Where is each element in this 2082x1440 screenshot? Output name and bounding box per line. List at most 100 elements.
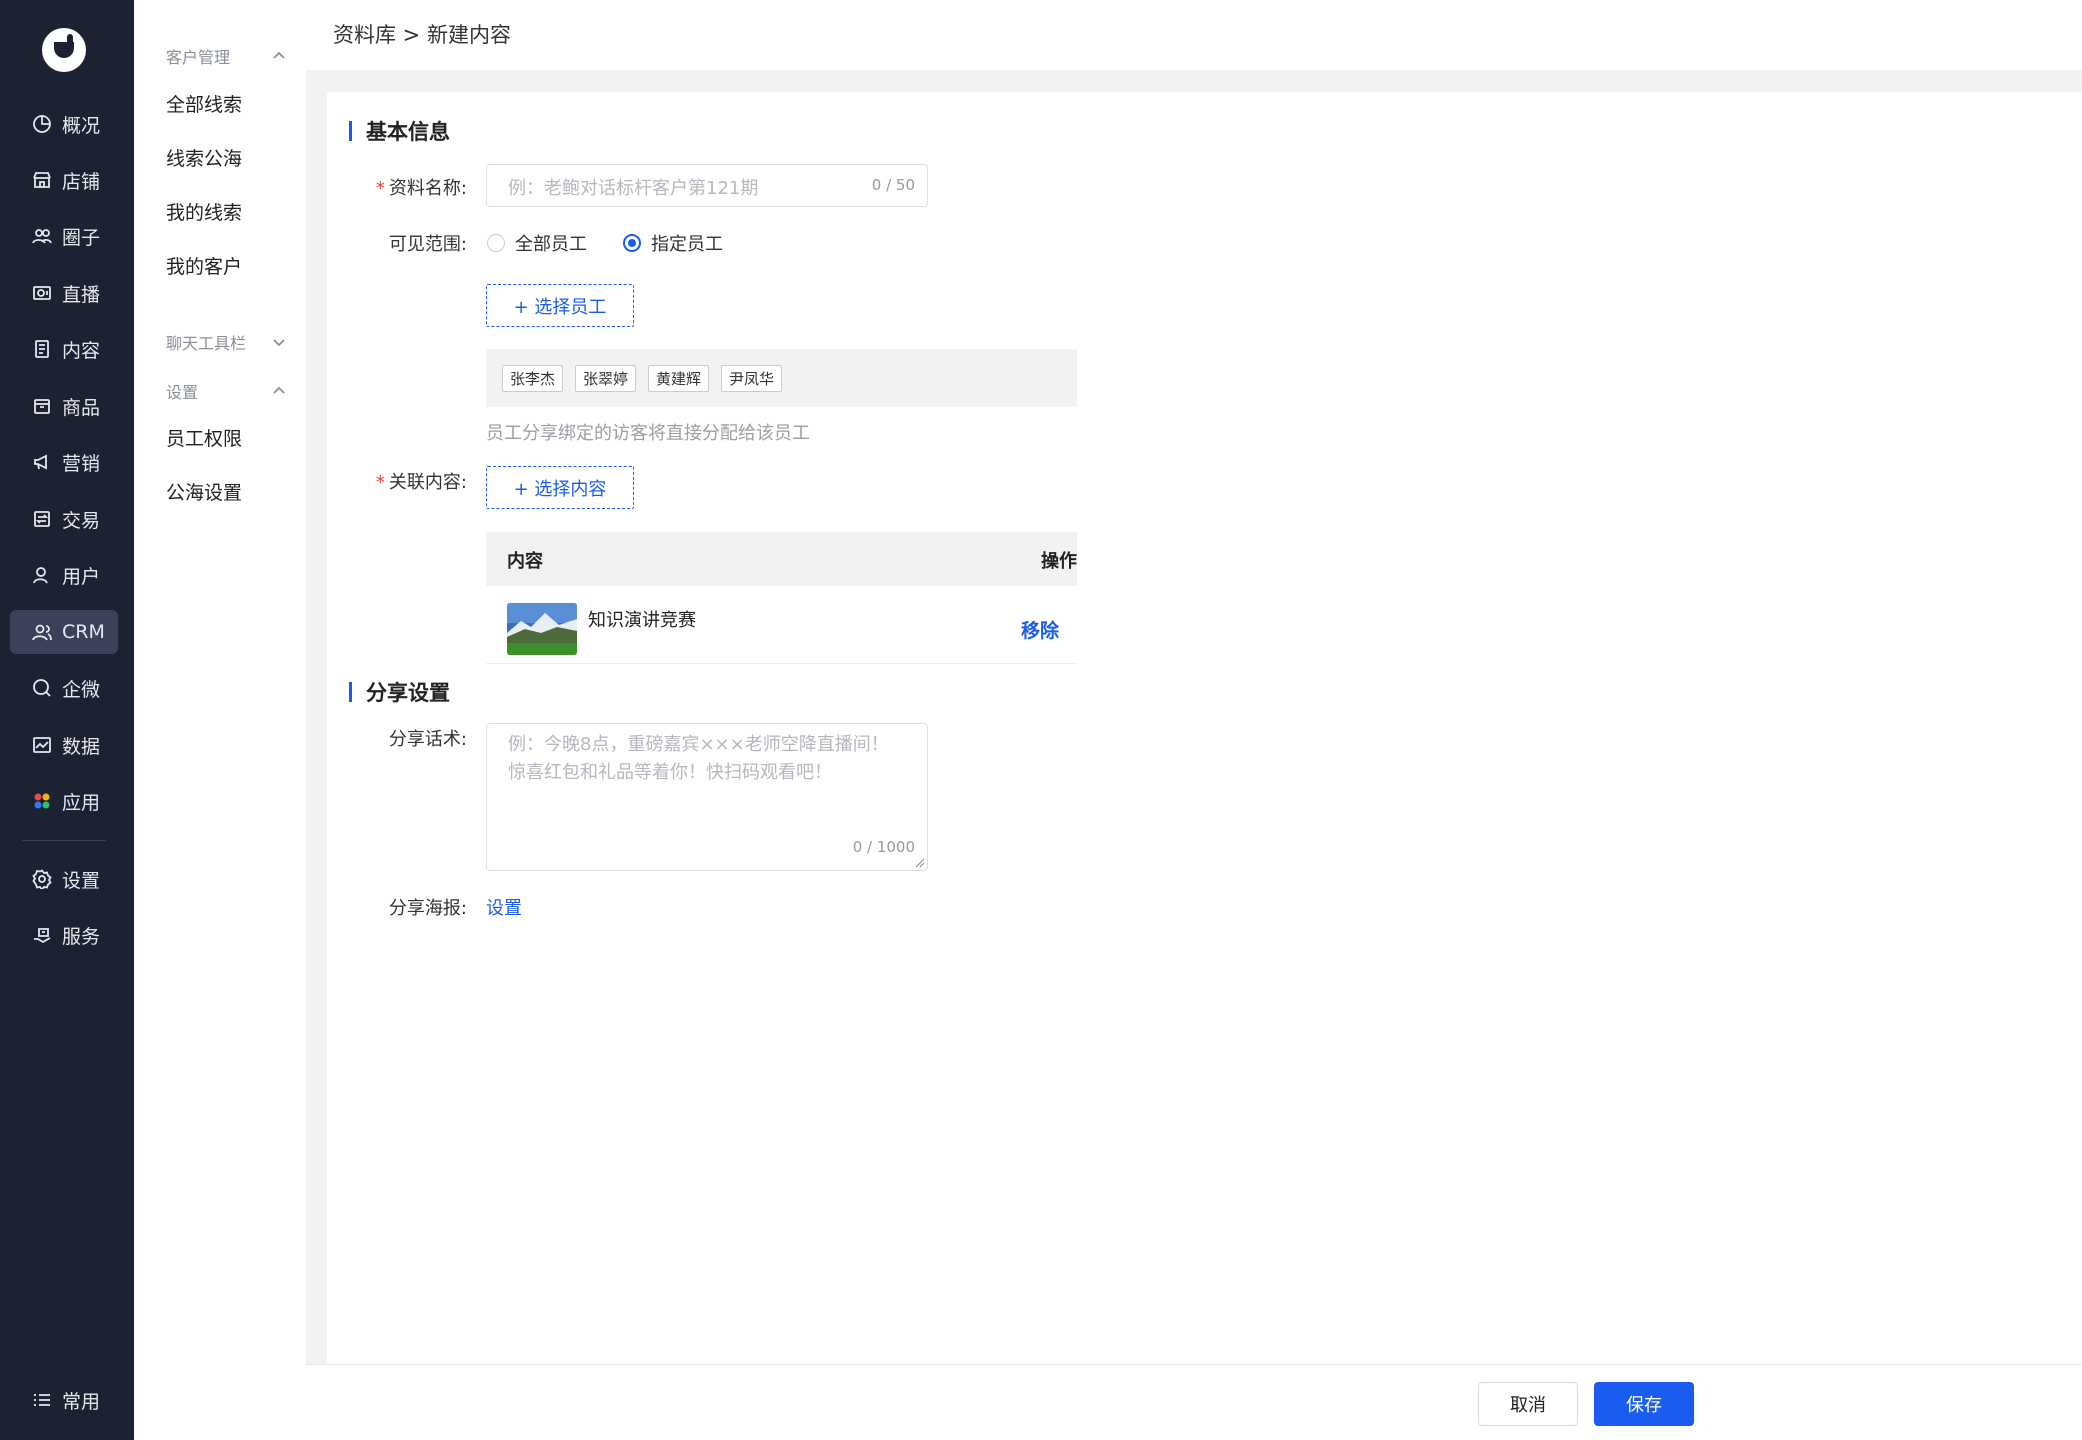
section-title: 分享设置 — [366, 681, 450, 705]
staff-tag-list: 张李杰 张翠婷 黄建辉 尹凤华 — [486, 349, 1077, 407]
staff-tag[interactable]: 张李杰 — [502, 364, 564, 392]
script-textarea[interactable]: 例：今晚8点，重磅嘉宾×××老师空降直播间！ 惊喜红包和礼品等着你！快扫码观看吧… — [486, 723, 928, 871]
section-accent-bar — [349, 682, 352, 702]
nav-item-marketing[interactable]: 营销 — [10, 440, 118, 484]
nav-item-user[interactable]: 用户 — [10, 553, 118, 597]
subnav-item-all-leads[interactable]: 全部线索 — [166, 90, 242, 117]
breadcrumb[interactable]: 资料库 > 新建内容 — [333, 19, 511, 49]
group-icon — [32, 226, 52, 246]
subnav-item-pool-settings[interactable]: 公海设置 — [166, 478, 242, 505]
subnav-item-my-customers[interactable]: 我的客户 — [166, 252, 242, 279]
nav-item-wecom[interactable]: 企微 — [10, 666, 118, 710]
subnav-item-my-leads[interactable]: 我的线索 — [166, 198, 242, 225]
subnav-item-lead-pool[interactable]: 线索公海 — [166, 144, 242, 171]
section-accent-bar — [349, 121, 352, 141]
nav-label: 设置 — [62, 869, 101, 892]
content-thumbnail — [507, 603, 577, 655]
script-counter: 0 / 1000 — [852, 838, 915, 856]
box-icon — [32, 396, 52, 416]
nav-item-data[interactable]: 数据 — [10, 723, 118, 767]
select-content-button[interactable]: + 选择内容 — [486, 466, 634, 509]
live-icon — [32, 283, 52, 303]
required-mark: * — [375, 472, 385, 493]
gear-icon — [32, 869, 52, 889]
nav-item-settings[interactable]: 设置 — [10, 857, 118, 901]
poster-label: 分享海报: — [388, 898, 467, 919]
save-button[interactable]: 保存 — [1594, 1382, 1694, 1426]
nav-label: 营销 — [62, 452, 101, 475]
column-header-content: 内容 — [507, 551, 543, 572]
name-label-text: 资料名称: — [388, 178, 467, 199]
section-share-settings: 分享设置 — [349, 677, 450, 707]
pie-chart-icon — [32, 114, 52, 134]
content-title[interactable]: 知识演讲竞赛 — [588, 606, 696, 632]
table-row: 知识演讲竞赛 移除 — [486, 586, 1077, 664]
script-label: 分享话术: — [388, 729, 467, 750]
service-icon — [32, 925, 52, 945]
subnav-group-customer[interactable]: 客户管理 — [166, 44, 286, 68]
script-placeholder-line: 惊喜红包和礼品等着你！快扫码观看吧！ — [508, 762, 832, 783]
exchange-icon — [32, 509, 52, 529]
section-title: 基本信息 — [366, 120, 450, 144]
name-placeholder: 例：老鲍对话标杆客户第121期 — [508, 178, 759, 199]
nav-label: 数据 — [62, 735, 101, 758]
list-icon — [32, 1390, 52, 1410]
radio-label: 全部员工 — [515, 234, 587, 255]
resize-handle-icon[interactable] — [915, 858, 925, 868]
nav-item-goods[interactable]: 商品 — [10, 384, 118, 428]
name-input[interactable]: 例：老鲍对话标杆客户第121期 0 / 50 — [486, 164, 928, 207]
scope-radio-all[interactable]: 全部员工 — [487, 230, 587, 256]
nav-item-service[interactable]: 服务 — [10, 913, 118, 957]
nav-label: 用户 — [62, 565, 101, 588]
content-table-header: 内容 操作 — [486, 532, 1077, 586]
subnav-group-label: 客户管理 — [166, 48, 231, 67]
select-staff-button[interactable]: + 选择员工 — [486, 284, 634, 327]
staff-tag[interactable]: 张翠婷 — [575, 364, 637, 392]
nav-label: 交易 — [62, 509, 101, 532]
nav-item-overview[interactable]: 概况 — [10, 102, 118, 146]
nav-item-trade[interactable]: 交易 — [10, 497, 118, 541]
staff-hint: 员工分享绑定的访客将直接分配给该员工 — [486, 423, 810, 444]
nav-label: 概况 — [62, 114, 101, 137]
nav-label: 内容 — [62, 339, 101, 362]
nav-label: 圈子 — [62, 226, 101, 249]
nav-item-live[interactable]: 直播 — [10, 271, 118, 315]
staff-tag[interactable]: 尹凤华 — [721, 364, 783, 392]
remove-link[interactable]: 移除 — [1021, 616, 1059, 643]
apps-icon — [32, 791, 52, 811]
radio-circle-checked — [623, 234, 641, 252]
nav-item-favorites[interactable]: 常用 — [10, 1378, 118, 1422]
subnav-group-chat-toolbar[interactable]: 聊天工具栏 — [166, 330, 286, 354]
nav-label: 企微 — [62, 678, 101, 701]
scope-radio-specified[interactable]: 指定员工 — [623, 230, 723, 256]
nav-item-crm[interactable]: CRM — [10, 610, 118, 654]
nav-item-apps[interactable]: 应用 — [10, 779, 118, 823]
radio-label: 指定员工 — [651, 234, 723, 255]
nav-item-circle[interactable]: 圈子 — [10, 214, 118, 258]
nav-item-store[interactable]: 店铺 — [10, 158, 118, 202]
app-logo[interactable] — [42, 28, 86, 72]
subnav-group-label: 设置 — [166, 383, 199, 402]
chevron-up-icon — [273, 386, 285, 394]
subnav-group-settings[interactable]: 设置 — [166, 379, 286, 403]
name-label: * 资料名称: — [327, 174, 467, 200]
required-mark: * — [375, 178, 385, 199]
staff-tag[interactable]: 黄建辉 — [648, 364, 710, 392]
cancel-button[interactable]: 取消 — [1478, 1382, 1578, 1426]
nav-label: 应用 — [62, 791, 101, 814]
name-counter: 0 / 50 — [871, 176, 915, 194]
script-placeholder-line: 例：今晚8点，重磅嘉宾×××老师空降直播间！ — [508, 734, 889, 755]
nav-label: 服务 — [62, 925, 101, 948]
duck-logo-neck — [67, 34, 73, 48]
nav-item-content[interactable]: 内容 — [10, 327, 118, 371]
section-basic-info: 基本信息 — [349, 116, 450, 146]
page-header: 资料库 > 新建内容 — [306, 0, 2082, 70]
subnav-item-staff-permission[interactable]: 员工权限 — [166, 424, 242, 451]
chevron-up-icon — [273, 51, 285, 59]
scope-label: 可见范围: — [388, 234, 467, 255]
nav-divider — [22, 840, 106, 841]
nav-label: 商品 — [62, 396, 101, 419]
user-icon — [32, 565, 52, 585]
subnav-group-label: 聊天工具栏 — [166, 334, 247, 353]
poster-settings-link[interactable]: 设置 — [486, 894, 522, 920]
